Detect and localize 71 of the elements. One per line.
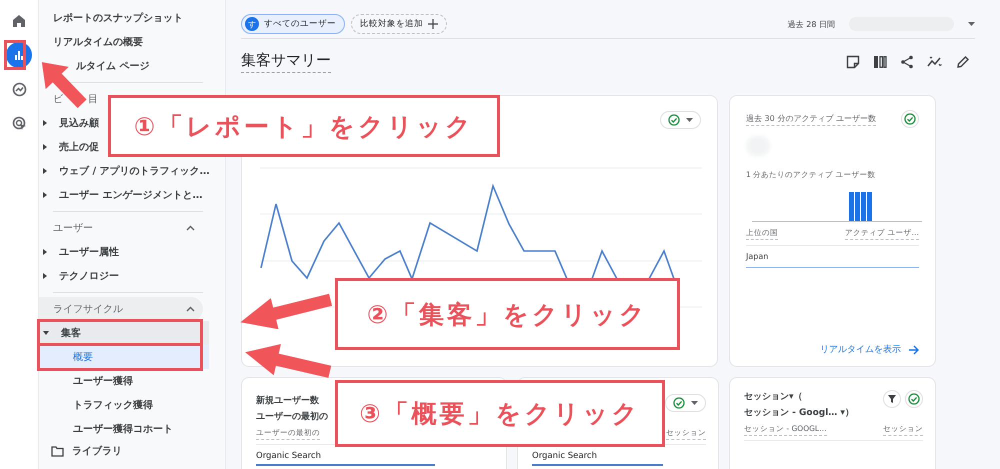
card-title: ユーザーの最初の xyxy=(256,410,328,423)
card-title: セッション▾（ xyxy=(744,391,804,403)
library-link[interactable]: ライブラリ xyxy=(72,444,122,458)
sidebar-item[interactable]: ユーザー獲得 xyxy=(39,369,209,393)
arrow-icon xyxy=(909,344,919,354)
status-button[interactable] xyxy=(905,390,923,408)
share-icon[interactable] xyxy=(900,54,914,68)
check-icon xyxy=(673,397,685,409)
card-title: 新規ユーザー数 xyxy=(256,394,320,407)
trend-icon xyxy=(12,82,26,96)
check-icon xyxy=(904,113,916,125)
card-title: セッション - Googl… ▾） xyxy=(744,407,854,419)
callout: ①「レポート」をクリック xyxy=(108,95,500,157)
status-button[interactable] xyxy=(901,110,919,128)
sidebar-group[interactable]: テクノロジー xyxy=(39,266,123,286)
section-header: ビ xyxy=(53,93,63,106)
table-cell-text: Organic Search xyxy=(256,451,322,461)
caret-icon xyxy=(43,249,47,255)
caret-icon xyxy=(43,120,47,126)
sidebar-group[interactable]: ウェブ / アプリのトラフィック… xyxy=(39,161,214,181)
table-cell-text: Organic Search xyxy=(532,451,598,461)
sidebar-link[interactable]: ルタイム ページ xyxy=(39,54,225,78)
caret-icon xyxy=(691,401,698,405)
sidebar-group[interactable]: 見込み顧 xyxy=(39,113,103,133)
chevron-icon[interactable] xyxy=(186,225,195,231)
bar-chart-icon xyxy=(13,49,25,61)
section-header: ユーザー xyxy=(53,222,93,235)
filter-button[interactable] xyxy=(883,390,901,408)
sidebar-group[interactable]: ユーザー属性 xyxy=(39,242,123,262)
caret-icon xyxy=(43,144,47,150)
caret-icon xyxy=(43,273,47,279)
columns-icon[interactable] xyxy=(873,54,887,68)
caret-icon xyxy=(968,22,975,26)
card-title: 過去 30 分のアクティブ ユーザー数 xyxy=(746,112,876,126)
avatar: す xyxy=(245,17,259,31)
sidebar-item[interactable]: トラフィック獲得 xyxy=(39,393,209,417)
check-icon xyxy=(668,114,680,126)
sidebar-link[interactable]: レポートのスナップショット xyxy=(39,6,225,30)
check-icon xyxy=(908,393,920,405)
sidebar-item[interactable]: 概要 xyxy=(39,345,209,369)
sidebar-group[interactable]: 売上の促 xyxy=(39,137,103,157)
segment-chip[interactable]: す すべてのユーザー xyxy=(241,14,345,34)
note-icon[interactable] xyxy=(846,54,860,68)
callout: ③「概要」をクリック xyxy=(335,380,665,447)
caret-icon xyxy=(43,331,49,335)
sidebar-group[interactable]: 集客 xyxy=(39,321,209,345)
caret-icon xyxy=(43,192,47,198)
plus-icon xyxy=(428,19,438,29)
home-icon xyxy=(12,14,26,28)
page-title: 集客サマリー xyxy=(241,50,331,72)
table-cell: Japan xyxy=(746,246,919,268)
sidebar-item[interactable]: ユーザー獲得コホート xyxy=(39,417,209,441)
chevron-icon[interactable] xyxy=(186,306,195,312)
annotation-frame xyxy=(4,40,26,70)
sidebar-link[interactable]: リアルタイムの概要 xyxy=(39,30,225,54)
section-header: 目 xyxy=(88,93,98,106)
add-comparison-button[interactable]: 比較対象を追加 xyxy=(351,14,447,34)
callout: ②「集客」をクリック xyxy=(335,278,680,350)
filter-icon xyxy=(888,395,896,403)
pencil-icon[interactable] xyxy=(956,54,970,68)
date-range-label: 過去 28 日間 xyxy=(788,18,835,30)
section-header: ライフサイクル xyxy=(53,303,123,316)
folder-icon xyxy=(51,446,64,456)
caret-icon xyxy=(43,168,47,174)
target-cursor-icon xyxy=(12,116,26,130)
sidebar-group[interactable]: ユーザー エンゲージメントと… xyxy=(39,185,206,205)
reports-button[interactable] xyxy=(6,42,32,68)
insights-icon[interactable] xyxy=(927,54,943,68)
caret-icon xyxy=(686,118,693,122)
status-chip[interactable] xyxy=(660,111,701,129)
realtime-link[interactable]: リアルタイムを表示 xyxy=(820,343,919,356)
